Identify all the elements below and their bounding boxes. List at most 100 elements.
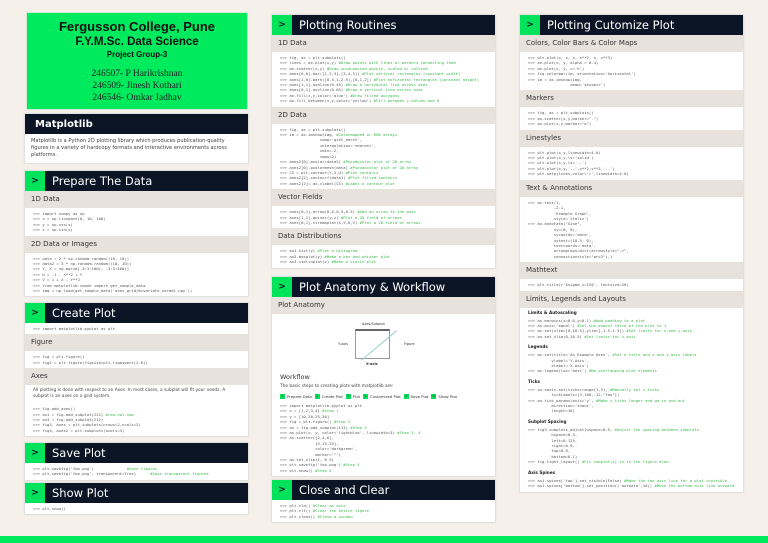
code-comment: #Save transparent figures <box>150 471 209 477</box>
section-subheader: 2D Data <box>272 106 495 124</box>
section-subheader: Figure <box>25 334 248 352</box>
code-text: cmap='gist_earth', <box>280 137 362 143</box>
code-text: right=0.9, <box>528 443 575 449</box>
code-text: >>> ax.set(title='An Example Axes', <box>528 352 613 358</box>
section-subheader: Vector Fields <box>272 189 495 207</box>
code-comment: #Step 3 <box>350 424 367 430</box>
step-number-badge: 4 <box>363 394 368 399</box>
code-text: >>> fig.tight_layout() <box>528 459 582 465</box>
code-line: >>> plt.show() <box>33 506 240 511</box>
chevron-right-icon: > <box>520 15 540 35</box>
card-header: > Save Plot <box>25 443 248 463</box>
code-text: >>> plt.close() <box>280 513 318 519</box>
code-text: >>> z = np.sin(x) <box>33 227 73 233</box>
code-text: connectionstyle="arc3"),) <box>528 253 613 259</box>
code-line: >>> plt.close() #Close a window <box>280 514 487 519</box>
show-plot-card: > Show Plot >>> plt.show() <box>25 483 248 515</box>
code-block: >>> fig, ax = plt.subplots() >>> im = ax.… <box>272 124 495 189</box>
code-text: xy=(8, 0), <box>528 226 578 232</box>
code-block: >>> ax.text(1, -2.1, 'Example Graph', st… <box>520 197 743 262</box>
section-label: Ticks <box>528 378 541 384</box>
section-subheader: Workflow <box>280 373 310 381</box>
chevron-right-icon: > <box>272 480 292 500</box>
code-line: >>> fig.tight_layout() #Fit subplot(s) i… <box>528 459 735 464</box>
chevron-right-icon: > <box>25 303 45 323</box>
code-text: >>> ax.fill(x,y,color='blue') <box>280 92 351 98</box>
code-text: >>> fig3, axes = plt.subplots(nrows=2,nc… <box>33 422 141 428</box>
code-block: >>> plt.title(r'$sigma_i=15$', fontsize=… <box>520 279 743 290</box>
chevron-right-icon: > <box>25 483 45 503</box>
section-label: Axis Spines <box>528 469 556 475</box>
code-text: hspace=0.3, <box>528 432 578 438</box>
code-comment: #Move the bottom axis line outward <box>654 483 735 489</box>
section-subheader: Plot Anatomy <box>272 297 495 314</box>
course-name: F.Y.M.Sc. Data Science <box>75 36 199 48</box>
code-line: >>> fig2 = plt.figure(figsize=plt.figasp… <box>33 360 240 365</box>
code-text: >>> plt.savefig('foo.png') <box>280 462 344 468</box>
code-text: >>> ax3.violinplot(z) <box>280 259 332 265</box>
code-line: >>> plt.setp(lines,color='r',linewidth=4… <box>528 171 735 176</box>
code-text: >>> ax1.spines['bottom'].set_position(('… <box>528 483 655 489</box>
workflow-step: 2 Create Plot <box>314 394 343 399</box>
card-title: Plotting Cutomize Plot <box>547 18 675 32</box>
step-label: Create Plot <box>321 394 343 399</box>
code-text: >>> ax.plot(x, y, alpha = 0.4) <box>528 60 599 66</box>
workflow-step: 3 Plot <box>345 394 360 399</box>
step-label: Show Plot <box>438 394 458 399</box>
code-text: >>> ax.plot(x, y, color='lightblue', lin… <box>280 430 398 436</box>
workflow-steps: 1 Prepare Data 2 Create Plot 3 Plot 4 Customize… <box>272 393 495 400</box>
code-text: left=0.125, <box>528 437 578 443</box>
section-label: Limits & Autoscaling <box>528 309 577 315</box>
card-header: > Prepare The Data <box>25 171 248 191</box>
card-title: Show Plot <box>52 486 109 500</box>
code-text: >>> from matplotlib.cbook import get_sam… <box>33 282 146 288</box>
card-header: > Close and Clear <box>272 480 495 500</box>
code-text: >>> import numpy as np <box>33 211 85 216</box>
code-text: >>> plt.savefig('foo.png') <box>33 466 127 471</box>
step-label: Plot <box>352 394 360 399</box>
code-text: >>> fig.add_axes() <box>33 406 76 412</box>
code-text: >>> ax3 = fig.add_subplot(212) <box>33 417 104 423</box>
code-text: >>> Y, X = np.mgrid[-3:3:100j, -3:3:100j… <box>33 266 130 272</box>
close-clear-card: > Close and Clear >>> plt.cla() #Clear an … <box>272 480 495 523</box>
code-comment: #row-col-num <box>105 411 134 417</box>
code-line: cmap='seismic') <box>528 82 735 87</box>
code-comment: #Draw a vertical line across axes <box>345 87 423 93</box>
code-text: direction='inout', <box>528 403 594 409</box>
section-subheader: Limits, Legends and Layouts <box>520 290 743 308</box>
section-subheader: Axes <box>25 368 248 386</box>
code-text: >>> y = np.cos(x) <box>33 221 73 227</box>
code-text: >>> ax.plot(x,y,marker="o") <box>528 121 592 127</box>
code-text: >>> plt.show() <box>280 467 316 473</box>
card-title: Close and Clear <box>299 483 390 497</box>
code-comment: #Plot contours <box>345 169 379 175</box>
code-line: >>> import matplotlib.pyplot as plt <box>33 326 240 331</box>
step-number-badge: 5 <box>403 394 409 399</box>
code-text: >>> fig, ax = plt.subplots() <box>280 126 346 132</box>
code-line: >>> ax.set_xlim(0,10.5) #Set limits for … <box>528 334 735 339</box>
code-block: >>> fig3.subplots_adjust(wspace=0.5, #Ad… <box>520 424 743 468</box>
code-block: >>> fig, ax = plt.subplots() >>> lines = … <box>272 52 495 107</box>
code-text: >>> axes2[2].contourf(data1) <box>280 175 348 181</box>
code-text: >>> ax.set_xlim(1, 6.5) <box>280 457 334 463</box>
code-text: >>> fig = plt.figure() <box>280 419 334 425</box>
workflow-step: 1 Prepare Data <box>280 394 312 399</box>
card-header: > Plotting Routines <box>272 15 495 35</box>
code-text: >>> axes[1,1].quiver(y,z) <box>280 214 341 220</box>
section-subheader: Data Distributions <box>272 228 495 246</box>
step-number-badge: 6 <box>431 394 437 399</box>
code-text: >>> im = ax.imshow(img, <box>528 76 582 82</box>
plot-anatomy-diagram: Axes/Subplot Y-axis Figure X-axis <box>272 314 495 370</box>
code-text: >>> ax.annotate("Sine", <box>528 221 582 227</box>
code-text: >>> ax.axis('equal') <box>528 322 578 328</box>
code-comment: #Make y-ticks longer and go in and out <box>595 397 685 403</box>
code-comment: #Step 6 <box>315 467 332 473</box>
code-text: >>> x = np.linspace(0, 10, 100) <box>33 216 106 222</box>
section-subheader: Text & Annotations <box>520 179 743 197</box>
code-text: >>> plt.title(r'$sigma_i=15$', fontsize=… <box>528 282 629 288</box>
section-subheader: 1D Data <box>272 35 495 52</box>
code-text: >>> plt.plot(x,y,'--',x**2,y**2,'-.') <box>528 165 615 171</box>
description: Matplotlib is a Python 2D plotting libra… <box>31 138 227 158</box>
code-text: marker='^') <box>280 451 341 457</box>
section-label: Legends <box>528 344 548 350</box>
